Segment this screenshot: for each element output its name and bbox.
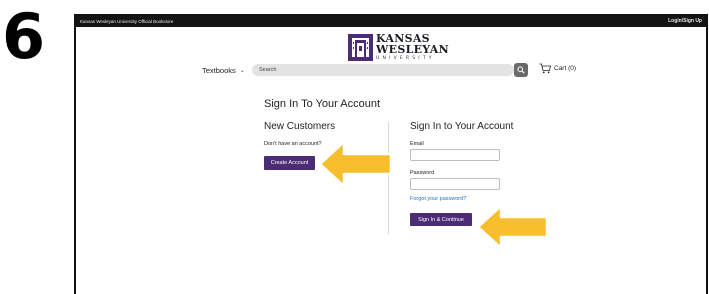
search-input[interactable]: Search: [252, 64, 514, 76]
new-customers-heading: New Customers: [264, 121, 336, 132]
email-label: Email: [410, 141, 424, 147]
forgot-password-link[interactable]: Forgot your password?: [410, 196, 466, 202]
textbooks-menu[interactable]: Textbooks ⌄: [202, 66, 245, 75]
sign-in-heading: Sign In to Your Account: [410, 121, 514, 132]
email-field[interactable]: [410, 149, 500, 161]
browser-frame: Kansas Wesleyan University Official Book…: [74, 14, 708, 294]
chevron-down-icon: ⌄: [239, 68, 245, 74]
step-number: 6: [2, 0, 46, 73]
cart-label: Cart (0): [554, 65, 577, 72]
top-bar: Kansas Wesleyan University Official Book…: [76, 15, 706, 27]
university-logo[interactable]: KANSAS WESLEYAN UNIVERSITY: [348, 33, 449, 61]
page-title: Sign In To Your Account: [264, 98, 380, 110]
logo-line-2: WESLEYAN: [376, 43, 449, 56]
cart-icon: [539, 63, 551, 74]
create-account-button[interactable]: Create Account: [264, 156, 315, 170]
logo-line-3: UNIVERSITY: [376, 56, 435, 61]
cart-link[interactable]: Cart (0): [539, 63, 576, 74]
callout-arrow-create-account: [318, 140, 393, 188]
callout-arrow-sign-in: [476, 204, 549, 250]
sign-in-continue-button[interactable]: Sign In & Continue: [410, 213, 472, 226]
password-label: Password: [410, 170, 435, 176]
login-signup-link[interactable]: Login/Sign Up: [668, 18, 702, 24]
no-account-prompt: Don't have an account?: [264, 141, 322, 147]
crest-icon: [348, 33, 373, 61]
password-field[interactable]: [410, 178, 500, 190]
search-button[interactable]: [514, 63, 528, 77]
textbooks-label: Textbooks: [202, 66, 236, 75]
search-icon: [517, 66, 525, 74]
store-name: Kansas Wesleyan University Official Book…: [80, 18, 174, 24]
